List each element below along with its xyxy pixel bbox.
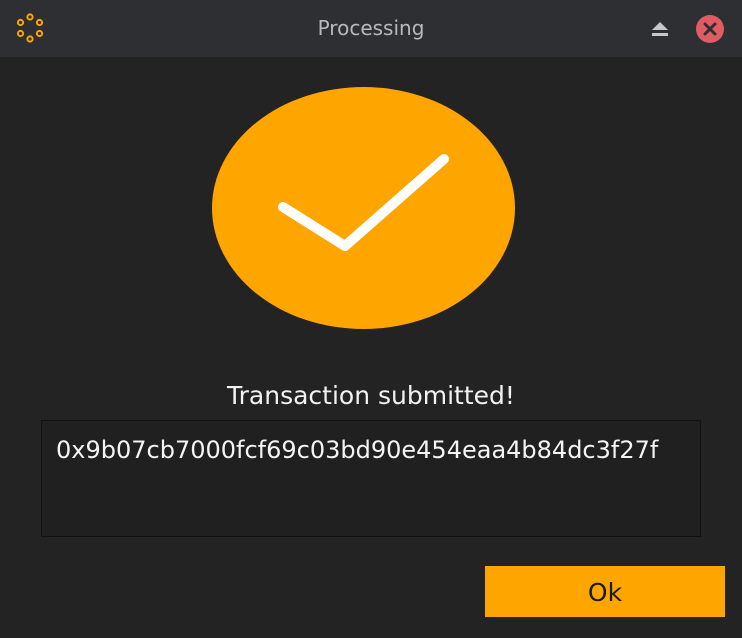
processing-dialog: Processing Transaction submitted! 0x9b07… (0, 0, 742, 638)
close-icon[interactable] (695, 14, 725, 44)
window-title: Processing (317, 16, 425, 40)
title-bar: Processing (0, 0, 742, 57)
transaction-hash-field[interactable]: 0x9b07cb7000fcf69c03bd90e454eaa4b84dc3f2… (41, 420, 701, 537)
checkmark-icon (212, 87, 515, 329)
ok-button[interactable]: Ok (485, 566, 725, 617)
status-message: Transaction submitted! (227, 381, 515, 410)
eject-icon[interactable] (648, 17, 672, 41)
